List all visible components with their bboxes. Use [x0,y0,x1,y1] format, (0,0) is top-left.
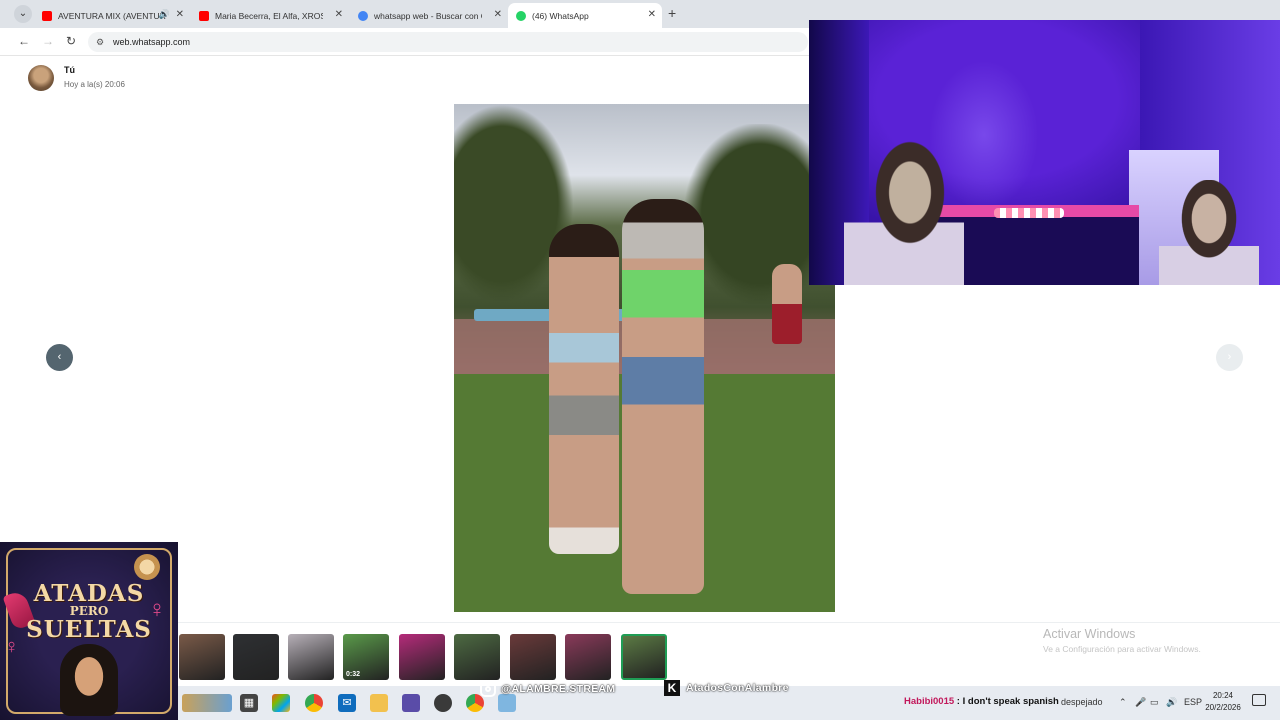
close-tab-icon[interactable]: ✕ [648,9,656,20]
mail-icon[interactable]: ✉ [338,694,356,712]
sender-timestamp: Hoy a la(s) 20:06 [64,80,125,89]
media-thumbnail[interactable] [454,634,500,680]
chat-username: Habibi0015 [904,696,955,707]
sender-name: Tú [64,65,75,75]
chat-separator: : [954,696,963,707]
tab-google-search[interactable]: whatsapp web - Buscar con Go ✕ [350,3,508,28]
media-thumbnail[interactable] [288,634,334,680]
reload-icon[interactable]: ↻ [66,34,76,48]
chevron-up-icon[interactable]: ⌃ [1119,697,1127,708]
screen: ⌄ AVENTURA MIX (AVENTURA 🔊 ✕ Maria Becer… [0,0,1280,720]
photo-person-background [772,264,802,344]
webcam-overlay [809,20,1280,285]
media-thumbnail[interactable] [233,634,279,680]
tab-whatsapp[interactable]: (46) WhatsApp ✕ [508,3,662,28]
makeup-compact-icon [134,554,160,580]
webcam-pillow [994,208,1064,218]
tab-title: AVENTURA MIX (AVENTURA [58,10,166,21]
media-thumbnail[interactable] [565,634,611,680]
url-text: web.whatsapp.com [113,37,191,47]
venus-icon: ♀ [148,596,166,623]
show-logo: ATADAS PERO SUELTAS ♀ ♀ [0,542,178,720]
new-tab-icon[interactable]: + [668,5,676,21]
video-duration: 0:32 [346,671,361,678]
windows-activation-watermark: Activar Windows Ve a Configuración para … [1043,627,1201,654]
media-thumbnail[interactable] [510,634,556,680]
kick-icon: K [664,680,680,696]
logo-portrait [60,644,118,716]
file-explorer-icon[interactable] [370,694,388,712]
kick-handle: AtadosConAlambre [686,682,789,694]
instagram-handle: @ALAMBRE.STREAM [501,683,616,695]
taskbar-clock[interactable]: 20:24 20/2/2026 [1200,690,1246,714]
forward-arrow-icon[interactable]: → [42,34,54,48]
venus-icon: ♀ [4,636,19,658]
media-thumbnail[interactable] [399,634,445,680]
close-tab-icon[interactable]: ✕ [176,9,184,20]
speaker-icon[interactable]: 🔊 [159,9,170,20]
media-thumbnail[interactable]: 0:32 [343,634,389,680]
media-thumbnail-selected[interactable] [621,634,667,680]
microphone-icon[interactable]: 🎤 [1135,697,1146,708]
avatar[interactable] [28,65,54,91]
close-tab-icon[interactable]: ✕ [335,9,343,20]
tab-search-dropdown-icon[interactable]: ⌄ [14,5,32,23]
youtube-icon [199,10,209,21]
notifications-icon[interactable] [1252,694,1266,706]
photo-person-right [622,199,704,594]
tab-title: Maria Becerra, El Alfa, XROSS - [215,10,323,21]
youtube-icon [42,10,52,21]
tab-title: (46) WhatsApp [532,10,589,21]
task-view-icon[interactable]: ▦ [240,694,258,712]
tab-title: whatsapp web - Buscar con Go [374,10,482,21]
media-thumbnail[interactable] [179,634,225,680]
office-icon[interactable] [272,694,290,712]
obs-icon[interactable] [434,694,452,712]
webcam-person-left [844,140,964,285]
app-icon[interactable] [402,694,420,712]
previous-media-button[interactable]: ‹ [46,344,73,371]
webcam-person-right [1159,180,1259,285]
activate-subtitle: Ve a Configuración para activar Windows. [1043,644,1201,654]
clock-date: 20/2/2026 [1205,703,1241,712]
speaker-icon[interactable]: 🔊 [1166,697,1177,708]
tab-maria-becerra[interactable]: Maria Becerra, El Alfa, XROSS - ✕ [191,3,349,28]
google-icon [358,10,368,21]
chat-message: Habibi0015 : I don't speak spanish [904,696,1059,707]
chat-text: I don't speak spanish [962,696,1059,707]
back-arrow-icon[interactable]: ← [18,34,30,48]
network-icon[interactable]: ▭ [1150,697,1159,708]
whatsapp-icon [516,10,526,21]
instagram-overlay: @ALAMBRE.STREAM [480,678,615,700]
url-input[interactable]: ⚙ web.whatsapp.com [88,32,808,52]
weather-text[interactable]: despejado [1061,697,1103,707]
media-photo[interactable] [454,104,835,612]
clock-time: 20:24 [1212,691,1234,700]
widgets-icon[interactable] [182,694,232,712]
chrome-icon[interactable] [305,694,323,712]
next-media-button[interactable]: › [1216,344,1243,371]
instagram-icon [480,681,496,697]
activate-title: Activar Windows [1043,627,1136,641]
close-tab-icon[interactable]: ✕ [494,9,502,20]
photo-person-left [549,224,619,554]
tab-aventura-mix[interactable]: AVENTURA MIX (AVENTURA 🔊 ✕ [34,3,190,28]
site-settings-icon[interactable]: ⚙ [96,32,104,52]
kick-overlay: K AtadosConAlambre [664,680,789,696]
